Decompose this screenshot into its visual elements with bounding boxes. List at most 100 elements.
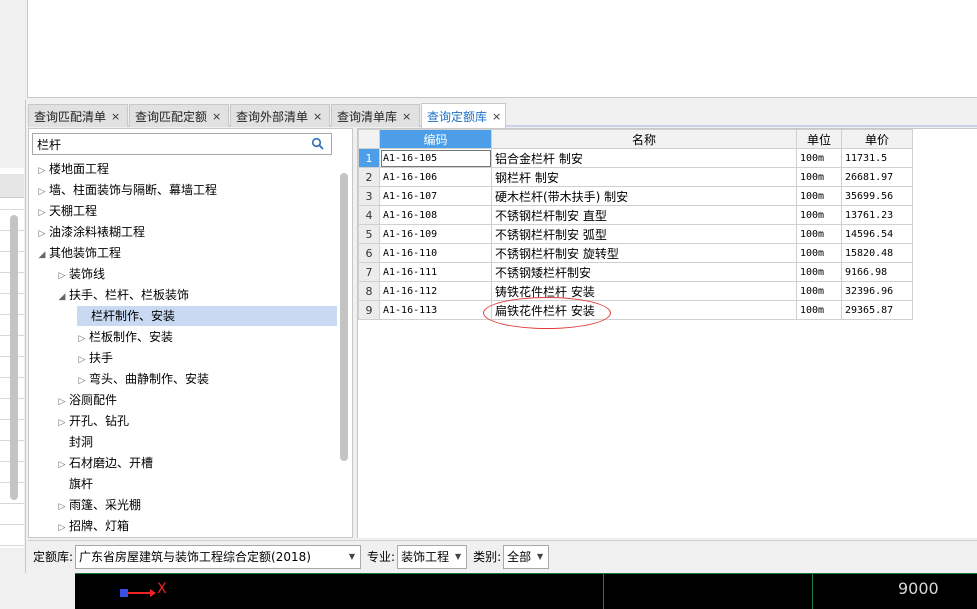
tree-item[interactable]: 旗杆: [55, 474, 93, 494]
collapse-arrow-icon[interactable]: ◢: [55, 287, 69, 307]
cell-unit[interactable]: 100m: [796, 281, 842, 301]
table-row[interactable]: 2 A1-16-106 钢栏杆 制安 100m 26681.97: [358, 167, 913, 187]
table-row[interactable]: 6 A1-16-110 不锈钢栏杆制安 旋转型 100m 15820.48: [358, 243, 913, 263]
cell-name[interactable]: 扁铁花件栏杆 安装: [491, 300, 797, 320]
cell-name[interactable]: 不锈钢矮栏杆制安: [491, 262, 797, 282]
cell-unit[interactable]: 100m: [796, 167, 842, 187]
cell-code[interactable]: A1-16-107: [379, 186, 492, 206]
close-icon[interactable]: ×: [402, 110, 411, 123]
tab-query-list-library[interactable]: 查询清单库 ×: [331, 104, 420, 127]
cell-code[interactable]: A1-16-110: [379, 243, 492, 263]
cell-code[interactable]: A1-16-106: [379, 167, 492, 187]
expand-arrow-icon[interactable]: ▷: [75, 329, 89, 349]
table-row[interactable]: 7 A1-16-111 不锈钢矮栏杆制安 100m 9166.98: [358, 262, 913, 282]
row-number[interactable]: 4: [358, 205, 380, 225]
row-number[interactable]: 8: [358, 281, 380, 301]
tree-item[interactable]: ▷ 石材磨边、开槽: [55, 453, 153, 473]
cell-code[interactable]: A1-16-105: [379, 148, 492, 168]
cell-unit[interactable]: 100m: [796, 186, 842, 206]
tree-item[interactable]: ▷ 雨篷、采光棚: [55, 495, 141, 515]
tree-item-selected[interactable]: 栏杆制作、安装: [77, 306, 337, 326]
cell-unit[interactable]: 100m: [796, 243, 842, 263]
tree-item[interactable]: ▷ 楼地面工程: [35, 159, 109, 179]
cell-price[interactable]: 35699.56: [841, 186, 913, 206]
cell-unit[interactable]: 100m: [796, 262, 842, 282]
close-icon[interactable]: ×: [313, 110, 322, 123]
table-row[interactable]: 5 A1-16-109 不锈钢栏杆制安 弧型 100m 14596.54: [358, 224, 913, 244]
expand-arrow-icon[interactable]: ▷: [55, 266, 69, 286]
expand-arrow-icon[interactable]: ▷: [35, 161, 49, 181]
cell-unit[interactable]: 100m: [796, 148, 842, 168]
cell-price[interactable]: 11731.5: [841, 148, 913, 168]
cell-price[interactable]: 26681.97: [841, 167, 913, 187]
tree-item[interactable]: ▷ 扶手: [75, 348, 113, 368]
cell-code[interactable]: A1-16-109: [379, 224, 492, 244]
cell-name[interactable]: 不锈钢栏杆制安 直型: [491, 205, 797, 225]
quota-library-select[interactable]: 广东省房屋建筑与装饰工程综合定额(2018) ▼: [75, 544, 362, 569]
table-row[interactable]: 4 A1-16-108 不锈钢栏杆制安 直型 100m 13761.23: [358, 205, 913, 225]
tree-item[interactable]: ▷ 弯头、曲静制作、安装: [75, 369, 209, 389]
row-number[interactable]: 1: [358, 148, 380, 168]
tree-item[interactable]: ◢ 其他装饰工程: [35, 243, 121, 263]
expand-arrow-icon[interactable]: ▷: [35, 203, 49, 223]
cell-price[interactable]: 14596.54: [841, 224, 913, 244]
tab-query-external-list[interactable]: 查询外部清单 ×: [230, 104, 330, 127]
tree-item[interactable]: ▷ 装饰线: [55, 264, 105, 284]
tree-item[interactable]: ▷ 招牌、灯箱: [55, 516, 129, 536]
cell-name[interactable]: 不锈钢栏杆制安 旋转型: [491, 243, 797, 263]
column-header-price[interactable]: 单价: [841, 129, 913, 149]
row-number[interactable]: 3: [358, 186, 380, 206]
expand-arrow-icon[interactable]: ▷: [75, 371, 89, 391]
table-row[interactable]: 1 A1-16-105 铝合金栏杆 制安 100m 11731.5: [358, 148, 913, 168]
row-number[interactable]: 7: [358, 262, 380, 282]
table-row[interactable]: 3 A1-16-107 硬木栏杆(带木扶手) 制安 100m 35699.56: [358, 186, 913, 206]
tree-item[interactable]: ▷ 墙、柱面装饰与隔断、幕墙工程: [35, 180, 217, 200]
expand-arrow-icon[interactable]: ▷: [35, 224, 49, 244]
collapse-arrow-icon[interactable]: ◢: [35, 245, 49, 265]
row-number[interactable]: 6: [358, 243, 380, 263]
tree-item[interactable]: ▷ 栏板制作、安装: [75, 327, 173, 347]
cell-code[interactable]: A1-16-112: [379, 281, 492, 301]
cell-unit[interactable]: 100m: [796, 224, 842, 244]
cell-code[interactable]: A1-16-111: [379, 262, 492, 282]
row-number[interactable]: 5: [358, 224, 380, 244]
tab-query-quota-library[interactable]: 查询定额库 ×: [421, 103, 506, 129]
tree-scrollbar[interactable]: [340, 173, 348, 461]
tree-item[interactable]: ▷ 天棚工程: [35, 201, 97, 221]
close-icon[interactable]: ×: [212, 110, 221, 123]
cell-name[interactable]: 硬木栏杆(带木扶手) 制安: [491, 186, 797, 206]
major-select[interactable]: 装饰工程 ▼: [397, 544, 468, 569]
cell-price[interactable]: 32396.96: [841, 281, 913, 301]
table-row[interactable]: 9 A1-16-113 扁铁花件栏杆 安装 100m 29365.87: [358, 300, 913, 320]
cell-unit[interactable]: 100m: [796, 205, 842, 225]
cell-name[interactable]: 不锈钢栏杆制安 弧型: [491, 224, 797, 244]
tab-query-match-quota[interactable]: 查询匹配定额 ×: [129, 104, 229, 127]
expand-arrow-icon[interactable]: ▷: [75, 350, 89, 370]
table-row[interactable]: 8 A1-16-112 铸铁花件栏杆 安装 100m 32396.96: [358, 281, 913, 301]
expand-arrow-icon[interactable]: ▷: [55, 518, 69, 537]
cell-price[interactable]: 29365.87: [841, 300, 913, 320]
column-header-name[interactable]: 名称: [491, 129, 797, 149]
tree-item[interactable]: ▷ 浴厕配件: [55, 390, 117, 410]
tree-item[interactable]: ◢ 扶手、栏杆、栏板装饰: [55, 285, 189, 305]
cell-name[interactable]: 铸铁花件栏杆 安装: [491, 281, 797, 301]
tree-item[interactable]: 封洞: [55, 432, 93, 452]
cell-price[interactable]: 9166.98: [841, 262, 913, 282]
category-select[interactable]: 全部 ▼: [503, 544, 550, 569]
column-header-code[interactable]: 编码: [379, 129, 492, 149]
tab-query-match-list[interactable]: 查询匹配清单 ×: [28, 104, 128, 127]
expand-arrow-icon[interactable]: ▷: [35, 182, 49, 202]
cell-price[interactable]: 15820.48: [841, 243, 913, 263]
tree-item[interactable]: ▷ 开孔、钻孔: [55, 411, 129, 431]
expand-arrow-icon[interactable]: ▷: [55, 455, 69, 475]
expand-arrow-icon[interactable]: ▷: [55, 497, 69, 517]
search-input[interactable]: [33, 134, 303, 154]
expand-arrow-icon[interactable]: ▷: [55, 392, 69, 412]
left-scrollbar[interactable]: [10, 215, 18, 500]
cell-code[interactable]: A1-16-113: [379, 300, 492, 320]
row-number[interactable]: 9: [358, 300, 380, 320]
close-icon[interactable]: ×: [111, 110, 120, 123]
cell-price[interactable]: 13761.23: [841, 205, 913, 225]
cell-name[interactable]: 钢栏杆 制安: [491, 167, 797, 187]
close-icon[interactable]: ×: [492, 110, 501, 123]
